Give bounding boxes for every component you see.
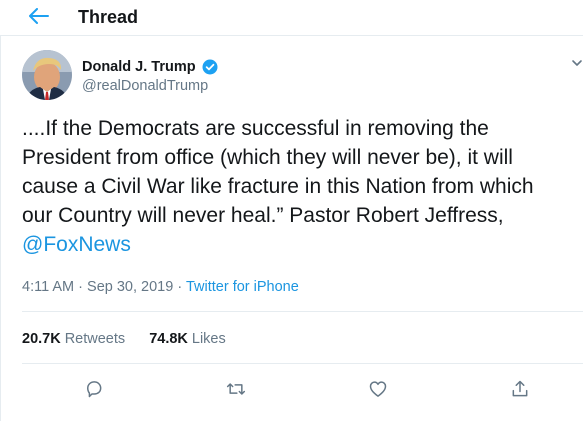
share-button[interactable] <box>506 375 534 403</box>
chevron-down-icon[interactable] <box>570 56 583 70</box>
verified-badge-icon <box>202 59 218 75</box>
mention-link[interactable]: @FoxNews <box>22 230 583 259</box>
meta-separator: · <box>78 279 83 295</box>
likes-count: 74.8K <box>149 331 188 347</box>
retweet-button[interactable] <box>222 375 250 403</box>
heart-icon <box>369 381 387 397</box>
thread-page: Thread Donald J. Trump @realDonaldTrump … <box>0 0 583 421</box>
retweet-icon <box>226 383 246 395</box>
likes-stat[interactable]: 74.8K Likes <box>149 330 226 348</box>
retweets-label: Retweets <box>64 331 126 347</box>
avatar[interactable] <box>22 50 72 100</box>
page-title: Thread <box>78 7 139 27</box>
column-border <box>0 35 1 421</box>
arrow-left-icon <box>29 8 49 24</box>
meta-separator: · <box>177 279 183 295</box>
tweet-text-line: ....If the Democrats are successful in r… <box>22 117 489 140</box>
thread-header: Thread <box>0 0 583 36</box>
tweet-stats: 20.7K Retweets 74.8K Likes <box>22 330 246 348</box>
share-icon <box>512 380 528 397</box>
author-handle[interactable]: @realDonaldTrump <box>82 78 208 95</box>
tweet-text: ....If the Democrats are successful in r… <box>22 114 583 259</box>
tweet-text-line: cause a Civil War like fracture in this … <box>22 175 534 198</box>
divider <box>22 311 583 312</box>
tweet-actions <box>0 375 583 405</box>
avatar-portrait <box>22 50 72 100</box>
tweet-time[interactable]: 4:11 AM <box>22 279 74 295</box>
tweet-meta: 4:11 AM · Sep 30, 2019 · Twitter for iPh… <box>22 278 299 296</box>
back-button[interactable] <box>26 4 52 28</box>
divider <box>22 363 583 364</box>
retweets-count: 20.7K <box>22 331 61 347</box>
tweet-text-line: our Country will never heal.” Pastor Rob… <box>22 204 504 227</box>
retweets-stat[interactable]: 20.7K Retweets <box>22 330 125 348</box>
author-name[interactable]: Donald J. Trump <box>82 59 196 76</box>
reply-button[interactable] <box>80 375 108 403</box>
tweet-source-link[interactable]: Twitter for iPhone <box>186 279 299 295</box>
tweet-date[interactable]: Sep 30, 2019 <box>87 279 173 295</box>
likes-label: Likes <box>191 331 226 347</box>
tweet-text-line: President from office (which they will n… <box>22 146 513 169</box>
reply-icon <box>87 381 102 398</box>
like-button[interactable] <box>364 375 392 403</box>
